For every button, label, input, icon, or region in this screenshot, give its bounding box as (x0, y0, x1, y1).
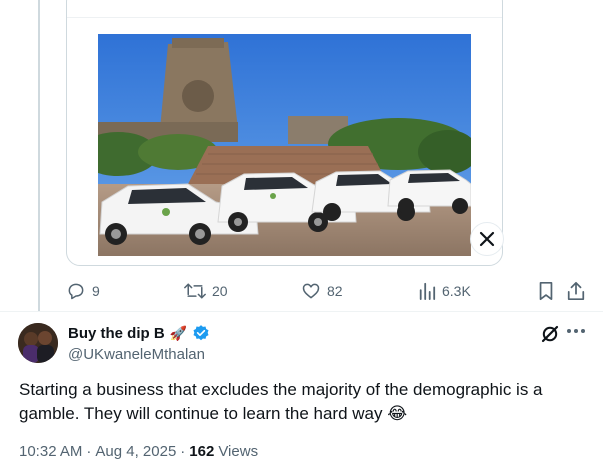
reply-count: 9 (92, 283, 100, 299)
post-date[interactable]: Aug 4, 2025 (95, 443, 176, 460)
views-count: 6.3K (442, 283, 471, 299)
view-count: 162 (189, 443, 215, 460)
post-text: Starting a business that excludes the ma… (19, 380, 543, 423)
rocket-emoji: 🚀 (169, 324, 188, 341)
like-button[interactable]: 82 (301, 280, 343, 302)
bookmark-button[interactable] (537, 280, 555, 302)
close-icon (479, 231, 495, 247)
post-time[interactable]: 10:32 AM (19, 443, 82, 460)
post-metadata: 10:32 AM · Aug 4, 2025 · 162 Views (19, 443, 258, 460)
meta-dot: · (180, 443, 186, 460)
post-separator (0, 311, 603, 312)
bookmark-icon (539, 281, 553, 301)
user-handle[interactable]: @UKwaneleMthalan (68, 346, 210, 363)
reply-icon (68, 283, 84, 300)
repost-icon (184, 283, 206, 299)
dismiss-button[interactable] (470, 222, 504, 256)
analytics-icon (419, 282, 436, 300)
grok-icon (541, 325, 559, 343)
share-icon (567, 281, 585, 301)
thread-connector-line (38, 0, 40, 312)
reply-author: Buy the dip B 🚀 @UKwaneleMthalan (68, 324, 210, 363)
card-divider (67, 17, 502, 18)
views-button[interactable]: 6.3K (418, 280, 471, 302)
more-horizontal-icon (567, 329, 585, 333)
views-label: Views (218, 443, 259, 460)
meta-dot: · (86, 443, 92, 460)
share-button[interactable] (566, 280, 586, 302)
heart-icon (302, 283, 320, 299)
monument-suv-photo (98, 34, 471, 256)
repost-count: 20 (212, 283, 228, 299)
grok-button[interactable] (540, 324, 560, 344)
like-count: 82 (327, 283, 343, 299)
repost-button[interactable]: 20 (184, 280, 228, 302)
verified-badge-icon (193, 325, 209, 341)
profile-photo (18, 323, 58, 363)
display-name[interactable]: Buy the dip B (68, 325, 165, 342)
post-action-bar: 9 20 82 6.3K (0, 280, 603, 302)
reply-button[interactable]: 9 (66, 280, 100, 302)
post-image[interactable] (98, 34, 471, 256)
more-options-button[interactable] (566, 322, 588, 342)
avatar[interactable] (18, 323, 58, 363)
